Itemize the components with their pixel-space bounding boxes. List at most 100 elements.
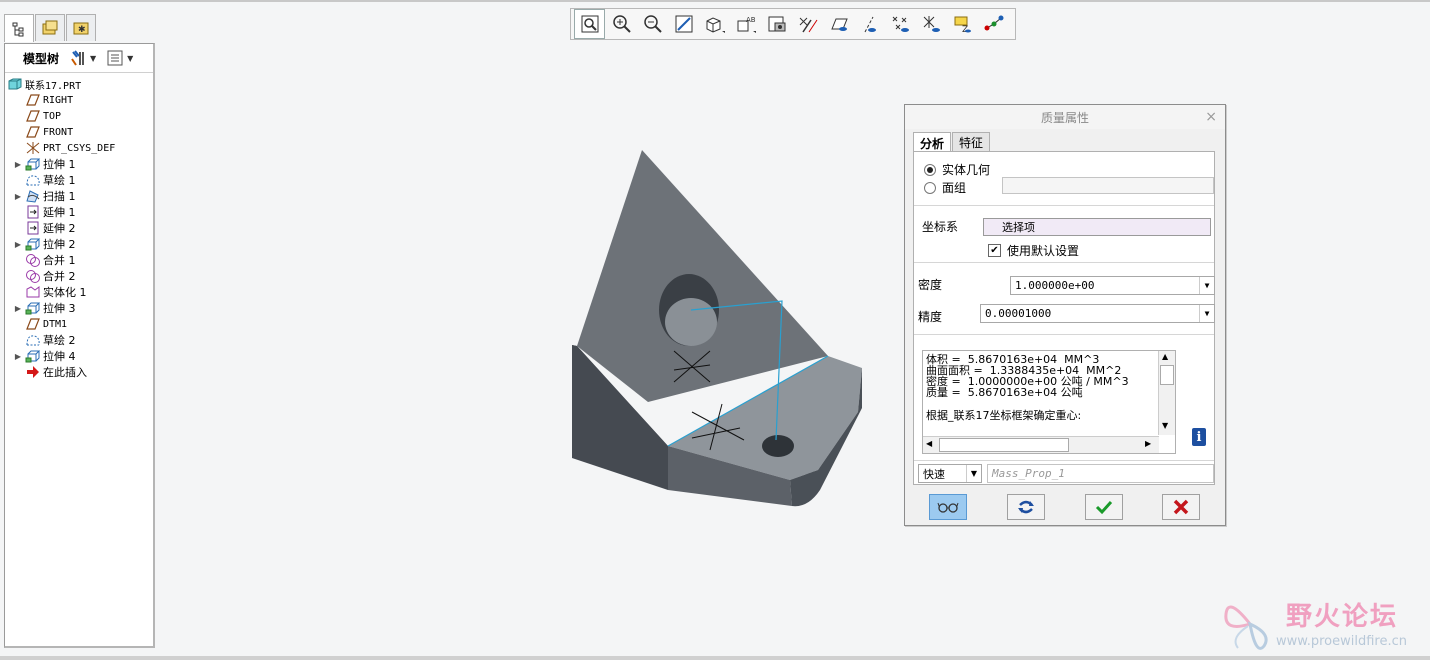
scroll-right-icon[interactable]: ▶ bbox=[1145, 439, 1151, 448]
dialog-title-bar: 质量属性 × bbox=[905, 105, 1225, 129]
chevron-down-icon[interactable]: ▼ bbox=[966, 465, 981, 482]
info-icon[interactable]: i bbox=[1192, 428, 1206, 446]
csys-collector[interactable]: 选择项 bbox=[983, 218, 1211, 236]
density-label: 密度 bbox=[918, 278, 943, 292]
tab-model-tree[interactable] bbox=[4, 14, 34, 42]
chevron-down-icon[interactable]: ▼ bbox=[1199, 277, 1214, 294]
tree-item-label: 合并 1 bbox=[43, 254, 76, 267]
part-model-view[interactable] bbox=[560, 140, 880, 520]
tree-settings-button[interactable]: ▼ bbox=[69, 49, 96, 67]
scroll-down-icon[interactable]: ▼ bbox=[1162, 421, 1168, 430]
close-icon[interactable]: × bbox=[1205, 109, 1217, 125]
density-input[interactable]: 1.000000e+00 ▼ bbox=[1010, 276, 1215, 295]
tree-item-label: RIGHT bbox=[43, 94, 74, 106]
results-text: 体积 = 5.8670163e+04 MM^3 曲面面积 = 1.3388435e… bbox=[926, 354, 1129, 421]
tab-folder-browser[interactable] bbox=[35, 14, 65, 41]
result-line bbox=[926, 398, 1129, 408]
results-area[interactable]: 体积 = 5.8670163e+04 MM^3 曲面面积 = 1.3388435e… bbox=[922, 350, 1176, 454]
zoom-out-button[interactable] bbox=[638, 10, 667, 38]
density-value: 1.000000e+00 bbox=[1015, 279, 1095, 292]
tree-item[interactable]: ▶ 拉伸 4 bbox=[5, 348, 153, 364]
tree-show-button[interactable]: ▼ bbox=[106, 49, 133, 67]
scroll-thumb[interactable] bbox=[1160, 365, 1174, 385]
spin-center-button[interactable] bbox=[979, 10, 1008, 38]
repeat-button[interactable] bbox=[1007, 494, 1045, 520]
datum-plane-display-button[interactable] bbox=[824, 10, 853, 38]
tree-item[interactable]: DTM1 bbox=[5, 316, 153, 332]
scroll-left-icon[interactable]: ◀ bbox=[926, 439, 932, 448]
merge-icon bbox=[25, 269, 41, 283]
vertical-scrollbar[interactable]: ▲ ▼ bbox=[1158, 351, 1175, 435]
csys-display-icon bbox=[923, 16, 940, 32]
tree-item[interactable]: ▶ 拉伸 1 bbox=[5, 156, 153, 172]
tree-item-label: TOP bbox=[43, 110, 62, 122]
tree-item[interactable]: 草绘 1 bbox=[5, 172, 153, 188]
watermark-url: www.proewildfire.cn bbox=[1276, 634, 1407, 649]
ok-button[interactable] bbox=[1085, 494, 1123, 520]
view-manager-button[interactable] bbox=[762, 10, 791, 38]
tools-icon bbox=[71, 50, 85, 66]
refit-button[interactable] bbox=[574, 9, 605, 39]
tree-item-label: 草绘 1 bbox=[43, 174, 76, 187]
tree-item-label: PRT_CSYS_DEF bbox=[43, 142, 116, 154]
csys-display-button[interactable] bbox=[917, 10, 946, 38]
datum-planes-toggle[interactable] bbox=[793, 10, 822, 38]
saved-views-button[interactable] bbox=[700, 10, 729, 38]
use-default-label: 使用默认设置 bbox=[1007, 244, 1080, 258]
tree-item[interactable]: 联系17.PRT bbox=[5, 76, 153, 92]
tree-item[interactable]: 延伸 2 bbox=[5, 220, 153, 236]
expand-arrow-icon[interactable]: ▶ bbox=[11, 192, 25, 201]
tree-item[interactable]: PRT_CSYS_DEF bbox=[5, 140, 153, 156]
axis-display-button[interactable] bbox=[855, 10, 884, 38]
preview-button[interactable] bbox=[929, 494, 967, 520]
quilt-collector[interactable] bbox=[1002, 177, 1214, 194]
display-style-button[interactable]: AB bbox=[731, 10, 760, 38]
tree-item[interactable]: 延伸 1 bbox=[5, 204, 153, 220]
expand-arrow-icon[interactable]: ▶ bbox=[11, 352, 25, 361]
tree-item[interactable]: FRONT bbox=[5, 124, 153, 140]
tree-item-label: 合并 2 bbox=[43, 270, 76, 283]
tree-item[interactable]: 实体化 1 bbox=[5, 284, 153, 300]
tree-item-label: DTM1 bbox=[43, 318, 68, 330]
annotation-display-button[interactable]: Z bbox=[948, 10, 977, 38]
reorient-button[interactable] bbox=[669, 10, 698, 38]
expand-arrow-icon[interactable]: ▶ bbox=[11, 304, 25, 313]
tree-item[interactable]: ▶ 扫描 1 bbox=[5, 188, 153, 204]
scroll-thumb[interactable] bbox=[939, 438, 1069, 452]
analysis-name-input[interactable]: Mass_Prop_1 bbox=[987, 464, 1214, 483]
expand-arrow-icon[interactable]: ▶ bbox=[11, 160, 25, 169]
view-toolbar: AB Z bbox=[570, 8, 1016, 40]
chevron-down-icon[interactable]: ▼ bbox=[1199, 305, 1214, 322]
solid-geometry-radio[interactable]: 实体几何 bbox=[924, 161, 990, 178]
horizontal-scrollbar[interactable]: ◀ ▶ bbox=[923, 436, 1159, 453]
tree-item-label: 在此插入 bbox=[43, 366, 87, 379]
tree-item[interactable]: 合并 2 bbox=[5, 268, 153, 284]
mode-select[interactable]: 快速 ▼ bbox=[918, 464, 982, 483]
tree-item[interactable]: RIGHT bbox=[5, 92, 153, 108]
tree-item-label: 拉伸 1 bbox=[43, 158, 76, 171]
scroll-up-icon[interactable]: ▲ bbox=[1162, 352, 1168, 361]
use-default-checkbox[interactable]: ✔ 使用默认设置 bbox=[988, 242, 1079, 259]
chevron-down-icon: ▼ bbox=[90, 53, 97, 63]
svg-text:AB: AB bbox=[746, 16, 756, 24]
cancel-button[interactable] bbox=[1162, 494, 1200, 520]
extrude-icon bbox=[25, 301, 41, 315]
expand-arrow-icon[interactable]: ▶ bbox=[11, 240, 25, 249]
extrude-icon bbox=[25, 157, 41, 171]
tree-item[interactable]: ▶ 拉伸 3 bbox=[5, 300, 153, 316]
tree-item[interactable]: ▶ 拉伸 2 bbox=[5, 236, 153, 252]
precision-input[interactable]: 0.00001000 ▼ bbox=[980, 304, 1215, 323]
tab-favorites[interactable]: ✱ bbox=[66, 14, 96, 41]
tab-feature[interactable]: 特征 bbox=[952, 132, 991, 152]
reorient-icon bbox=[675, 15, 692, 33]
tab-analysis[interactable]: 分析 bbox=[913, 132, 952, 153]
tree-item[interactable]: 草绘 2 bbox=[5, 332, 153, 348]
tree-item[interactable]: 在此插入 bbox=[5, 364, 153, 380]
tree-item[interactable]: 合并 1 bbox=[5, 252, 153, 268]
datum-plane-icon bbox=[25, 125, 41, 139]
point-display-button[interactable] bbox=[886, 10, 915, 38]
quilt-radio[interactable]: 面组 bbox=[924, 179, 966, 196]
chevron-down-icon: ▼ bbox=[127, 53, 134, 63]
tree-item[interactable]: TOP bbox=[5, 108, 153, 124]
zoom-in-button[interactable] bbox=[607, 10, 636, 38]
